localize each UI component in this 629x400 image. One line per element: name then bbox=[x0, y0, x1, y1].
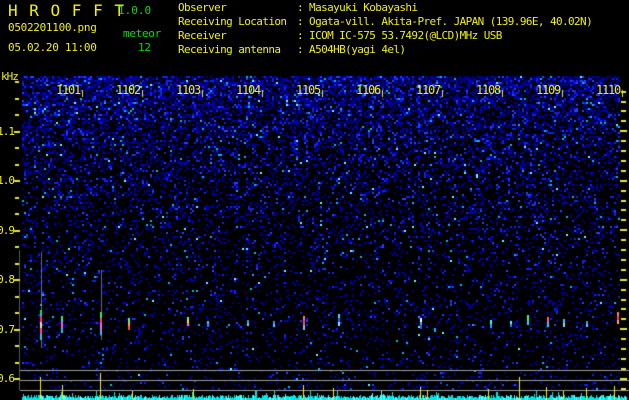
y-tick-label: 0.6 bbox=[0, 372, 15, 385]
x-tick-label: 1110 bbox=[595, 83, 621, 97]
station-row: Observer : Masayuki Kobayashi bbox=[178, 1, 592, 15]
app-title: H R O F F T bbox=[8, 1, 125, 20]
app-version: 1.0.0 bbox=[118, 4, 152, 17]
y-tick-label: 1.1 bbox=[0, 124, 15, 138]
khz-unit-label: kHz bbox=[1, 70, 19, 83]
x-tick-label: 1106 bbox=[355, 83, 381, 97]
station-row: Receiving antenna : A504HB(yagi 4el) bbox=[178, 43, 592, 57]
y-tick-label: 1.0 bbox=[0, 174, 15, 187]
station-label: Receiver bbox=[178, 29, 227, 42]
station-label: Receiving antenna bbox=[178, 43, 281, 56]
station-value: : ICOM IC-575 53.7492(@LCD)MHz USB bbox=[297, 29, 502, 42]
station-row: Receiving Location : Ogata-vill. Akita-Pr… bbox=[178, 15, 593, 29]
station-value: : Ogata-vill. Akita-Pref. JAPAN (139.96E… bbox=[297, 15, 593, 28]
x-tick-label: 1103 bbox=[175, 83, 201, 97]
y-tick-label: 0.7 bbox=[0, 322, 15, 336]
station-label: Receiving Location bbox=[178, 15, 287, 28]
x-tick-label: 1104 bbox=[235, 83, 261, 97]
station-label: Observer bbox=[178, 1, 227, 14]
x-tick-label: 1109 bbox=[535, 83, 561, 97]
x-tick-label: 1102 bbox=[115, 83, 141, 97]
x-tick-label: 1105 bbox=[295, 83, 321, 97]
hrofft-window: H R O F F T 1.0.0 0502201100.png meteor … bbox=[0, 0, 629, 400]
y-tick-label: 0.9 bbox=[0, 223, 15, 237]
echo-count: 12 bbox=[138, 41, 151, 54]
station-value: : Masayuki Kobayashi bbox=[297, 1, 418, 14]
station-row: Receiver : ICOM IC-575 53.7492(@LCD)MHz U… bbox=[178, 29, 592, 43]
mode-label: meteor bbox=[123, 27, 161, 40]
station-info: Observer: Masayuki Kobayashi Receiving Lo… bbox=[178, 1, 593, 57]
y-tick-label: 0.8 bbox=[0, 273, 15, 286]
x-tick-label: 1107 bbox=[415, 83, 441, 97]
station-value: : A504HB(yagi 4el) bbox=[297, 43, 406, 56]
x-tick-label: 1108 bbox=[475, 83, 501, 97]
datetime-label: 05.02.20 11:00 bbox=[8, 41, 97, 54]
x-tick-label: 1101 bbox=[55, 83, 81, 97]
spectrogram-canvas bbox=[0, 0, 629, 400]
output-filename: 0502201100.png bbox=[8, 21, 97, 34]
